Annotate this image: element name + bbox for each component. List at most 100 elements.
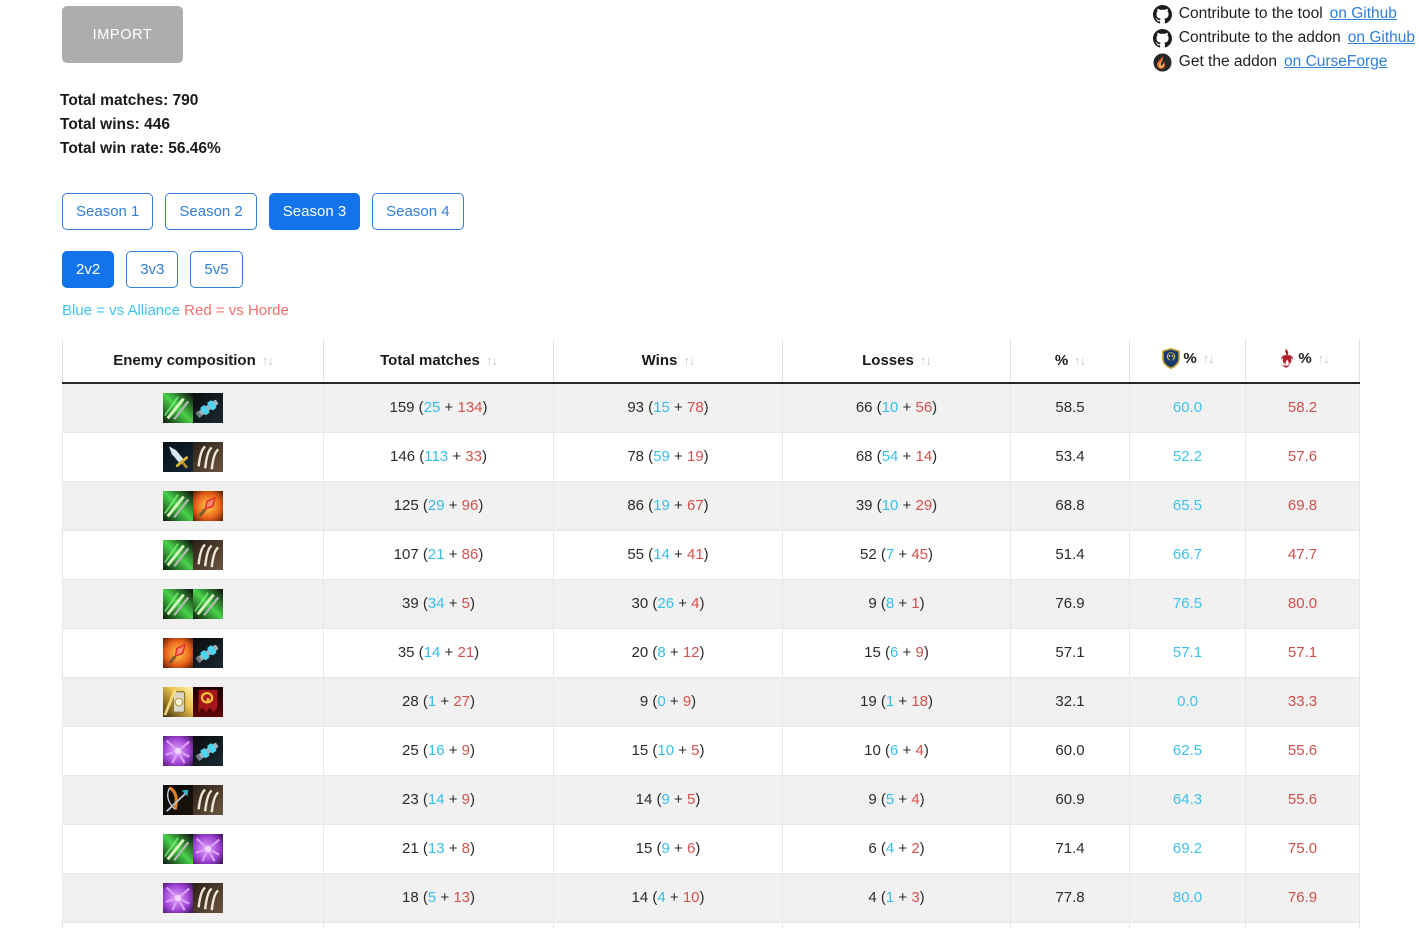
- frost-mage-icon: [193, 638, 223, 668]
- feral-druid-icon: [163, 540, 193, 570]
- total-win-rate: Total win rate: 56.46%: [60, 137, 221, 161]
- table-row[interactable]: 35 (14 + 21)20 (8 + 12)15 (6 + 9)57.157.…: [63, 628, 1360, 677]
- cell-losses: 19 (1 + 18): [783, 677, 1011, 726]
- sort-arrows-icon[interactable]: ↑↓: [262, 353, 273, 368]
- github-icon: [1153, 5, 1172, 24]
- cell-percent: 32.1: [1011, 677, 1130, 726]
- season-button-2[interactable]: Season 2: [165, 193, 256, 230]
- cell-enemy-composition: [63, 432, 324, 481]
- link-row-addon-github[interactable]: Contribute to the addon on Github: [1153, 26, 1415, 50]
- cell-wins: 86 (19 + 67): [554, 481, 783, 530]
- cell-total-matches: 146 (113 + 33): [324, 432, 554, 481]
- link-row-tool-github[interactable]: Contribute to the tool on Github: [1153, 2, 1415, 26]
- cell-enemy-composition: [63, 922, 324, 928]
- column-header-total-matches[interactable]: Total matches↑↓: [324, 339, 554, 383]
- table-body: 159 (25 + 134)93 (15 + 78)66 (10 + 56)58…: [63, 383, 1360, 928]
- column-header-horde-percent[interactable]: %↑↓: [1246, 339, 1360, 383]
- cell-horde-percent: 33.3: [1246, 677, 1360, 726]
- cell-wins: 20 (8 + 12): [554, 628, 783, 677]
- link-row-curseforge[interactable]: Get the addon on CurseForge: [1153, 50, 1415, 74]
- sort-arrows-icon[interactable]: ↑↓: [1074, 353, 1085, 368]
- cell-percent: 60.9: [1011, 775, 1130, 824]
- import-button[interactable]: IMPORT: [62, 6, 183, 63]
- cell-losses: 68 (54 + 14): [783, 432, 1011, 481]
- table-row[interactable]: 25 (16 + 9)15 (10 + 5)10 (6 + 4)60.062.5…: [63, 726, 1360, 775]
- cell-losses: 66 (10 + 56): [783, 383, 1011, 432]
- cell-horde-percent: 47.7: [1246, 530, 1360, 579]
- bracket-button-2v2[interactable]: 2v2: [62, 251, 114, 288]
- season-button-1[interactable]: Season 1: [62, 193, 153, 230]
- sort-arrows-icon[interactable]: ↑↓: [486, 353, 497, 368]
- composition-icons: [63, 491, 323, 521]
- cell-percent: 60.0: [1011, 726, 1130, 775]
- column-label: Losses: [862, 352, 914, 369]
- bracket-button-3v3[interactable]: 3v3: [126, 251, 178, 288]
- bracket-button-5v5[interactable]: 5v5: [190, 251, 242, 288]
- cell-alliance-percent: 64.3: [1130, 775, 1246, 824]
- table-row[interactable]: [63, 922, 1360, 928]
- table-row[interactable]: 18 (5 + 13)14 (4 + 10)4 (1 + 3)77.880.07…: [63, 873, 1360, 922]
- table-row[interactable]: 125 (29 + 96)86 (19 + 67)39 (10 + 29)68.…: [63, 481, 1360, 530]
- cell-enemy-composition: [63, 579, 324, 628]
- warrior-banner-icon: [193, 687, 223, 717]
- cell-alliance-percent: 57.1: [1130, 628, 1246, 677]
- cell-percent: 71.4: [1011, 824, 1130, 873]
- composition-icons: [63, 442, 323, 472]
- header-links: Contribute to the tool on Github Contrib…: [1153, 2, 1415, 74]
- app-root: Contribute to the tool on Github Contrib…: [0, 0, 1419, 928]
- cell-horde-percent: [1246, 922, 1360, 928]
- cell-percent: 58.5: [1011, 383, 1130, 432]
- cell-enemy-composition: [63, 726, 324, 775]
- cell-wins: 14 (4 + 10): [554, 873, 783, 922]
- feral-druid-icon: [163, 834, 193, 864]
- cell-wins: 15 (10 + 5): [554, 726, 783, 775]
- feral-druid-claw-icon: [193, 540, 223, 570]
- column-header-alliance-percent[interactable]: %↑↓: [1130, 339, 1246, 383]
- feral-druid-icon: [163, 491, 193, 521]
- column-header-enemy-composition[interactable]: Enemy composition↑↓: [63, 339, 324, 383]
- cell-total-matches: 107 (21 + 86): [324, 530, 554, 579]
- sort-arrows-icon[interactable]: ↑↓: [1203, 351, 1214, 366]
- table-row[interactable]: 21 (13 + 8)15 (9 + 6)6 (4 + 2)71.469.275…: [63, 824, 1360, 873]
- column-header-losses[interactable]: Losses ↑↓: [783, 339, 1011, 383]
- column-header-wins[interactable]: Wins↑↓: [554, 339, 783, 383]
- cell-percent: 77.8: [1011, 873, 1130, 922]
- cell-alliance-percent: 66.7: [1130, 530, 1246, 579]
- composition-icons: [63, 687, 323, 717]
- cell-alliance-percent: 60.0: [1130, 383, 1246, 432]
- table-row[interactable]: 146 (113 + 33)78 (59 + 19)68 (54 + 14)53…: [63, 432, 1360, 481]
- cell-alliance-percent: 0.0: [1130, 677, 1246, 726]
- table-row[interactable]: 23 (14 + 9)14 (9 + 5)9 (5 + 4)60.964.355…: [63, 775, 1360, 824]
- season-button-4[interactable]: Season 4: [372, 193, 463, 230]
- enemy-composition-table: Enemy composition↑↓ Total matches↑↓ Wins…: [62, 339, 1360, 928]
- column-label: %: [1055, 352, 1068, 369]
- cell-percent: 68.8: [1011, 481, 1130, 530]
- link-row-text: Contribute to the tool: [1179, 2, 1323, 26]
- cell-alliance-percent: 69.2: [1130, 824, 1246, 873]
- cell-wins: 14 (9 + 5): [554, 775, 783, 824]
- season-button-3[interactable]: Season 3: [269, 193, 360, 230]
- column-header-percent[interactable]: % ↑↓: [1011, 339, 1130, 383]
- shadow-priest-icon: [163, 883, 193, 913]
- tool-github-link[interactable]: on Github: [1330, 2, 1397, 26]
- sort-arrows-icon[interactable]: ↑↓: [920, 353, 931, 368]
- table-row[interactable]: 39 (34 + 5)30 (26 + 4)9 (8 + 1)76.976.58…: [63, 579, 1360, 628]
- cell-wins: 55 (14 + 41): [554, 530, 783, 579]
- cell-horde-percent: 57.6: [1246, 432, 1360, 481]
- sort-arrows-icon[interactable]: ↑↓: [1318, 351, 1329, 366]
- cell-alliance-percent: 65.5: [1130, 481, 1246, 530]
- cell-total-matches: 125 (29 + 96): [324, 481, 554, 530]
- link-row-text: Contribute to the addon: [1179, 26, 1341, 50]
- cell-wins: 78 (59 + 19): [554, 432, 783, 481]
- curseforge-link[interactable]: on CurseForge: [1284, 50, 1387, 74]
- table-row[interactable]: 28 (1 + 27)9 (0 + 9)19 (1 + 18)32.10.033…: [63, 677, 1360, 726]
- cell-losses: 39 (10 + 29): [783, 481, 1011, 530]
- cell-total-matches: [324, 922, 554, 928]
- feral-druid-claw-icon: [193, 442, 223, 472]
- table-row[interactable]: 159 (25 + 134)93 (15 + 78)66 (10 + 56)58…: [63, 383, 1360, 432]
- cell-losses: 52 (7 + 45): [783, 530, 1011, 579]
- table-row[interactable]: 107 (21 + 86)55 (14 + 41)52 (7 + 45)51.4…: [63, 530, 1360, 579]
- sort-arrows-icon[interactable]: ↑↓: [683, 353, 694, 368]
- addon-github-link[interactable]: on Github: [1348, 26, 1415, 50]
- stats-table-wrapper: Enemy composition↑↓ Total matches↑↓ Wins…: [62, 339, 1359, 928]
